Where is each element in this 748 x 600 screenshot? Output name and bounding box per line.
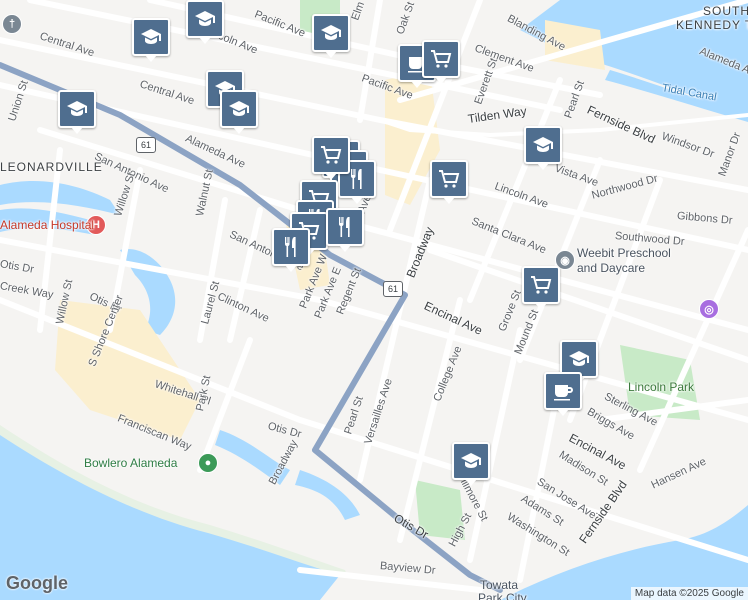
school-icon (567, 347, 591, 371)
grocery-pin[interactable] (522, 266, 560, 310)
neighborhood-label: LEONARDVILLE (0, 160, 103, 174)
school-pin[interactable] (452, 442, 490, 486)
hospital-label[interactable]: Alameda Hospital (0, 218, 94, 232)
park-label: Lincoln Park (628, 380, 695, 394)
route-shield: 61 (383, 281, 403, 297)
map-canvas[interactable]: Central Ave Central Ave Lincoln Ave Paci… (0, 0, 748, 600)
preschool-label[interactable]: Weebit Preschool (577, 246, 671, 260)
grocery-icon (319, 143, 343, 167)
google-logo: Google (6, 573, 68, 593)
school-pin[interactable] (132, 18, 170, 62)
area-label: KENNEDY T (676, 18, 748, 32)
school-icon (531, 133, 555, 157)
school-icon (319, 21, 343, 45)
bowling-label[interactable]: Bowlero Alameda (84, 456, 177, 470)
school-pin[interactable] (58, 90, 96, 134)
grocery-icon (529, 273, 553, 297)
bowling-icon[interactable]: ● (198, 453, 218, 473)
place-label: Towata (480, 578, 519, 592)
school-icon (65, 97, 89, 121)
grocery-pin[interactable] (312, 136, 350, 180)
school-icon (459, 449, 483, 473)
restaurant-icon (279, 235, 303, 259)
place-label: Park City (478, 591, 527, 600)
map-attribution[interactable]: Map data ©2025 Google (630, 587, 748, 600)
school-pin[interactable] (186, 0, 224, 44)
preschool-label[interactable]: and Daycare (577, 261, 645, 275)
school-pin[interactable] (312, 14, 350, 58)
grocery-icon (429, 47, 453, 71)
route-shield: 61 (136, 137, 156, 153)
school-pin[interactable] (524, 126, 562, 170)
attraction-icon[interactable]: ◎ (699, 299, 719, 319)
cafe-pin[interactable] (544, 372, 582, 416)
restaurant-pin[interactable] (272, 228, 310, 272)
school-pin[interactable] (220, 90, 258, 134)
school-icon (193, 7, 217, 31)
grocery-pin[interactable] (422, 40, 460, 84)
restaurant-icon (333, 215, 357, 239)
grocery-icon (437, 167, 461, 191)
restaurant-pin[interactable] (326, 208, 364, 252)
area-label: SOUTH (703, 4, 748, 18)
cafe-icon (551, 379, 575, 403)
grocery-pin[interactable] (430, 160, 468, 204)
school-icon (227, 97, 251, 121)
school-icon (139, 25, 163, 49)
church-icon[interactable]: † (2, 14, 22, 34)
